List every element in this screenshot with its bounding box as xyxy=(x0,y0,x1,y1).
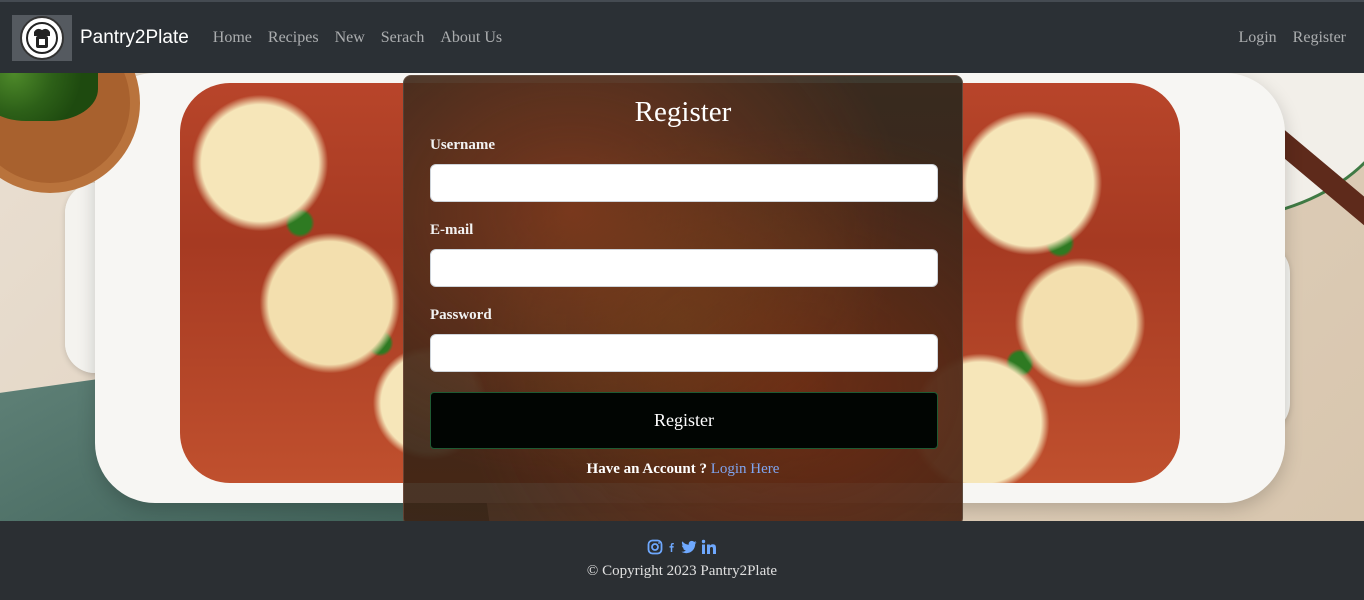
chopped-herbs xyxy=(0,73,98,121)
username-label: Username xyxy=(430,137,495,153)
facebook-icon[interactable] xyxy=(667,539,677,555)
nav-about-us[interactable]: About Us xyxy=(432,29,510,47)
chef-logo-icon xyxy=(20,15,64,60)
footer: © Copyright 2023 Pantry2Plate xyxy=(0,521,1364,600)
nav-login[interactable]: Login xyxy=(1230,29,1284,47)
copyright: © Copyright 2023 Pantry2Plate xyxy=(586,563,778,579)
form-title: Register xyxy=(634,96,732,128)
instagram-icon[interactable] xyxy=(647,539,663,555)
register-form: Register Username E-mail Password Regist… xyxy=(403,75,963,526)
nav-recipes[interactable]: Recipes xyxy=(260,29,327,47)
linkedin-icon[interactable] xyxy=(701,539,717,555)
login-here-link[interactable]: Login Here xyxy=(711,461,780,477)
social-links xyxy=(0,539,1364,555)
nav-new[interactable]: New xyxy=(327,29,373,47)
nav-home[interactable]: Home xyxy=(205,29,260,47)
nav-search[interactable]: Serach xyxy=(373,29,433,47)
register-button[interactable]: Register xyxy=(430,392,938,449)
brand-link[interactable]: Pantry2Plate xyxy=(12,14,189,61)
nav-register[interactable]: Register xyxy=(1285,29,1354,47)
account-prompt: Have an Account ? xyxy=(586,461,707,477)
password-input[interactable] xyxy=(430,334,938,372)
email-input[interactable] xyxy=(430,249,938,287)
password-label: Password xyxy=(430,307,492,323)
email-label: E-mail xyxy=(430,222,474,238)
nav-right: Login Register xyxy=(1230,29,1354,47)
username-input[interactable] xyxy=(430,164,938,202)
logo xyxy=(12,14,72,61)
nav-left: Home Recipes New Serach About Us xyxy=(205,29,510,47)
twitter-icon[interactable] xyxy=(681,539,697,555)
navbar: Pantry2Plate Home Recipes New Serach Abo… xyxy=(0,0,1364,73)
brand-name: Pantry2Plate xyxy=(80,26,189,48)
account-prompt-line: Have an Account ? Login Here xyxy=(430,461,936,478)
